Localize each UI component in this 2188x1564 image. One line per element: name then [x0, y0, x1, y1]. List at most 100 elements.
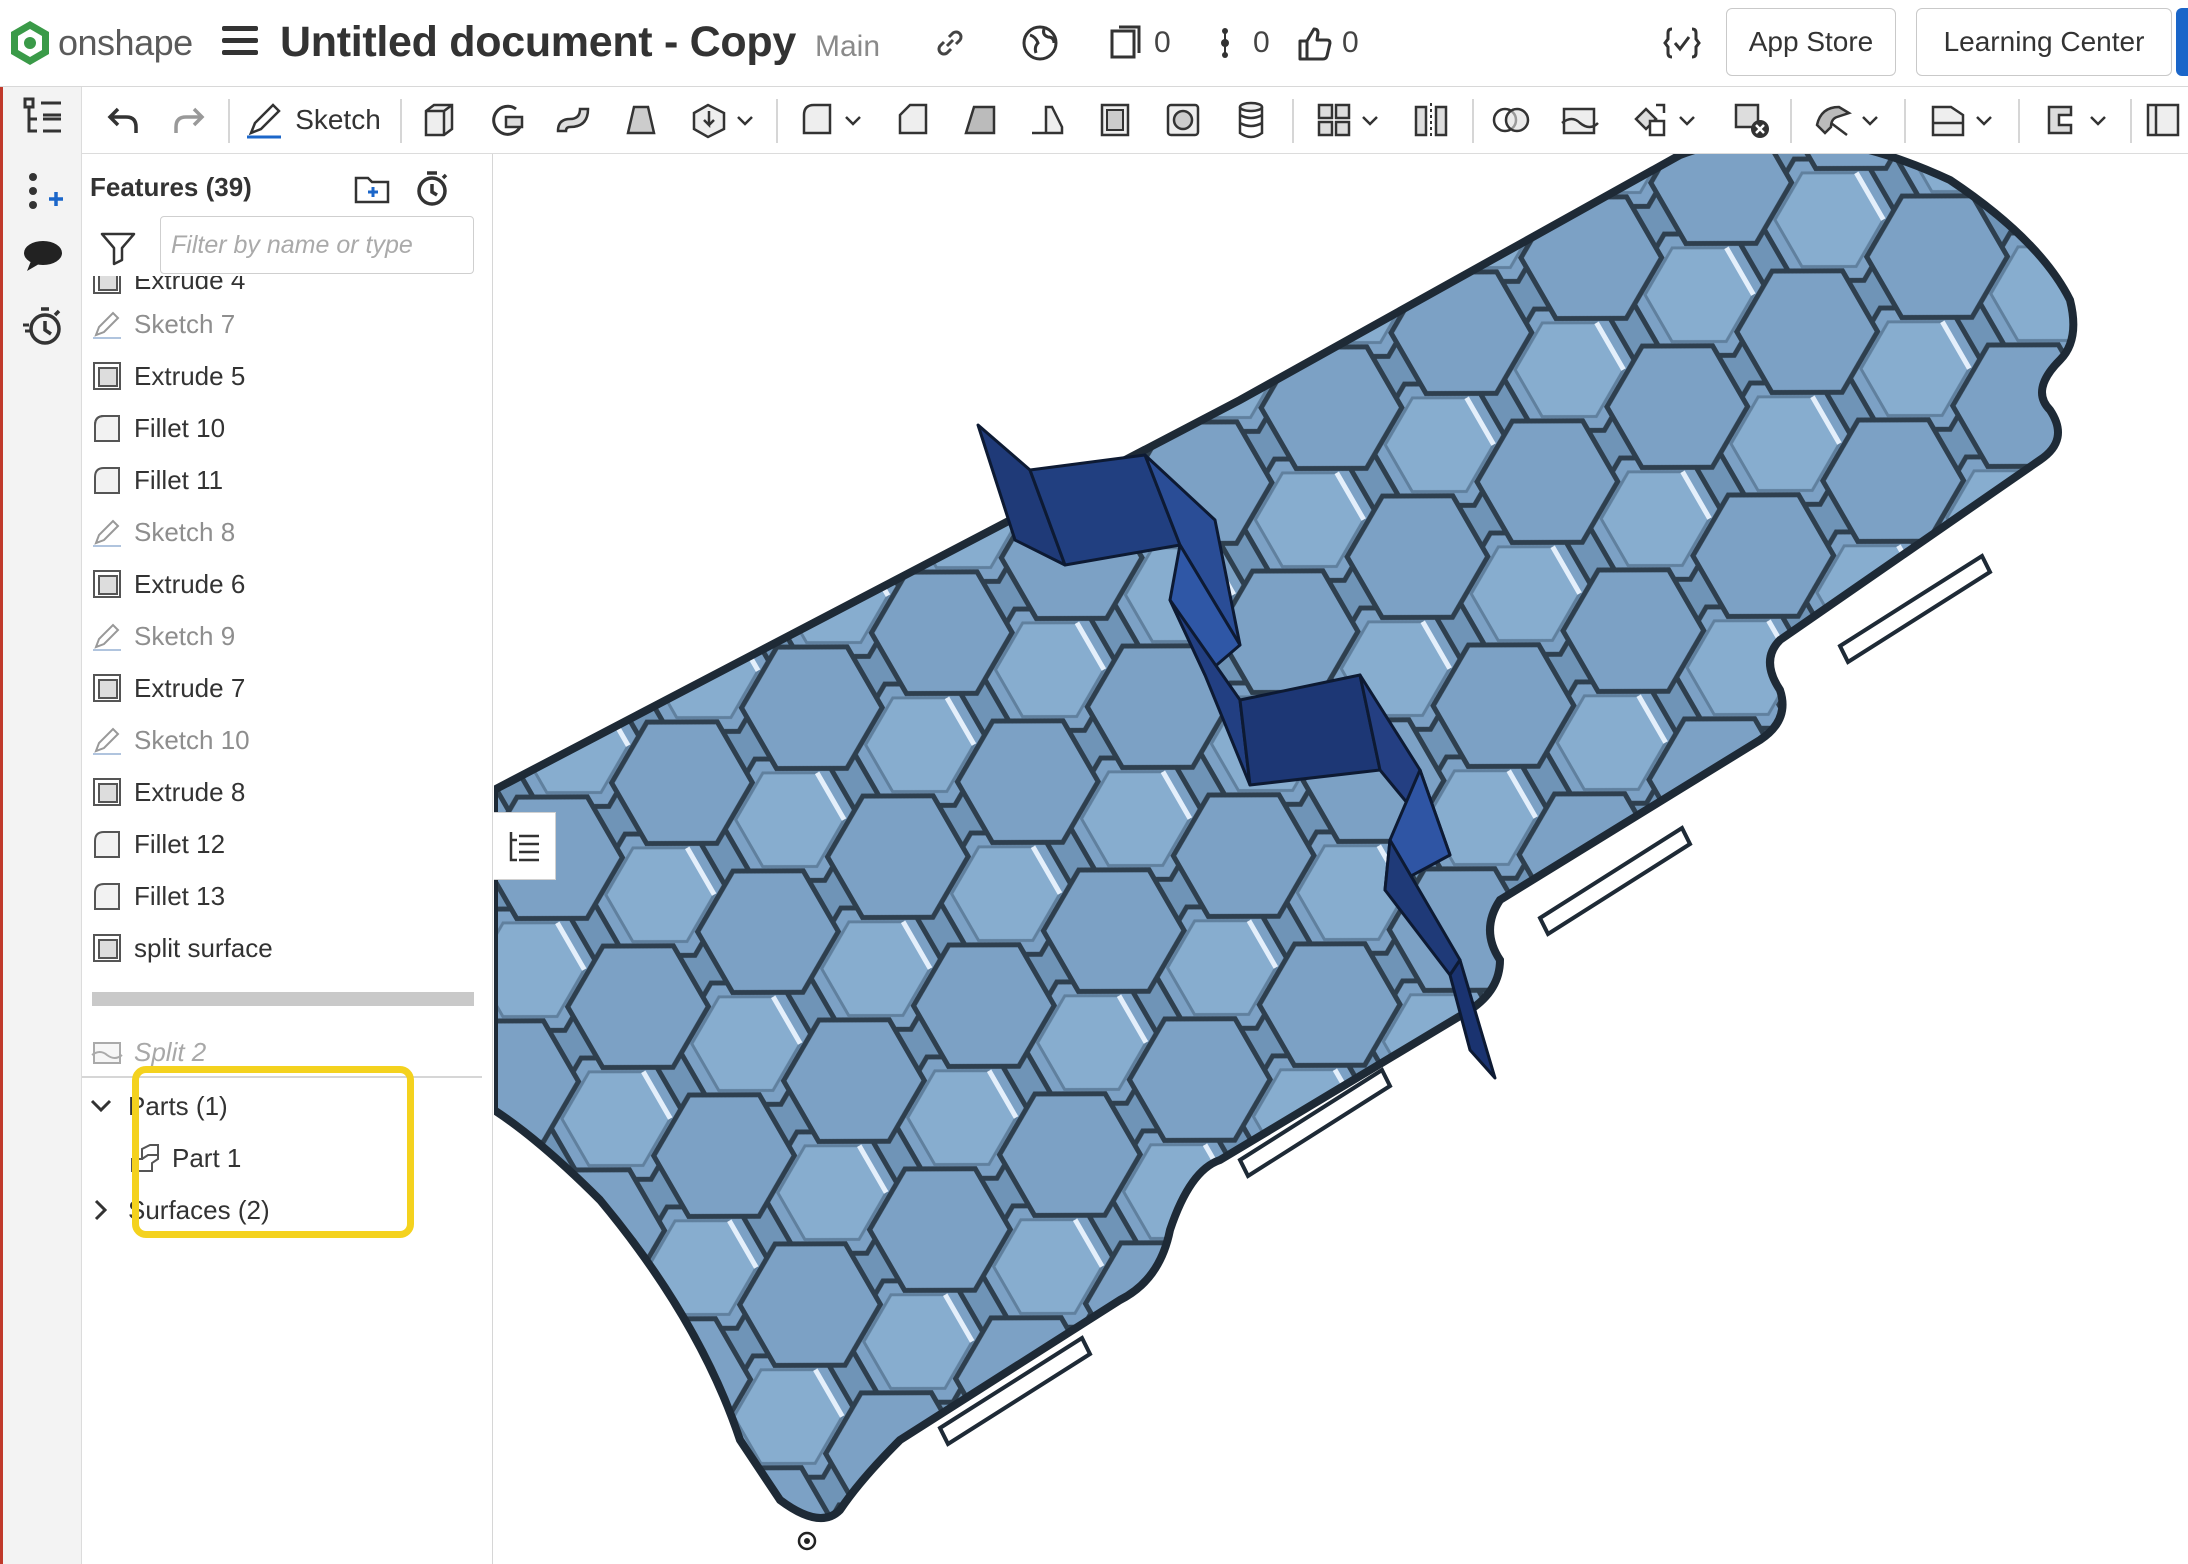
model-view[interactable] — [494, 154, 2188, 1564]
feature-item-sketch-8[interactable]: Sketch 8 — [90, 510, 235, 554]
pattern-tool[interactable] — [1304, 95, 1390, 145]
rib-tool[interactable] — [1022, 95, 1072, 145]
sketch-feature-icon — [93, 623, 121, 651]
likes-count: 0 — [1342, 26, 1359, 59]
parts-group[interactable]: Parts (1) — [88, 1084, 228, 1128]
draft-tool[interactable] — [956, 95, 1006, 145]
tasks-button[interactable]: 0 — [1205, 20, 1270, 66]
sweep-icon — [556, 107, 590, 133]
sweep-tool[interactable] — [548, 95, 598, 145]
feature-label: Extrude 7 — [134, 672, 246, 703]
add-folder-button[interactable] — [352, 168, 392, 208]
history-rail-button[interactable] — [19, 301, 67, 349]
transform-tool[interactable] — [1622, 95, 1706, 145]
mirror-tool[interactable] — [1406, 95, 1456, 145]
split-icon — [1561, 107, 1599, 135]
chamfer-tool[interactable] — [888, 95, 938, 145]
feature-count-title: Features (39) — [90, 172, 252, 202]
feature-item-extrude-5[interactable]: Extrude 5 — [90, 354, 245, 398]
feature-label: Sketch 7 — [134, 308, 236, 339]
feature-item-fillet-10[interactable]: Fillet 10 — [90, 406, 225, 450]
feature-item-fillet-13[interactable]: Fillet 13 — [90, 874, 225, 918]
fillet-tool[interactable] — [788, 95, 872, 145]
history-icon — [23, 307, 61, 345]
sketch-feature-icon — [93, 727, 121, 755]
mate-connector-tool[interactable] — [2032, 95, 2118, 145]
feature-item-extrude-4[interactable]: Extrude 4 — [90, 276, 245, 302]
feature-item-sketch-10[interactable]: Sketch 10 — [90, 718, 250, 762]
feature-item-fillet-12[interactable]: Fillet 12 — [90, 822, 225, 866]
hole-tool[interactable] — [1158, 95, 1208, 145]
toolbar-separator — [2018, 99, 2020, 143]
sketch-button[interactable]: Sketch — [242, 95, 382, 145]
feature-label: Sketch 10 — [134, 724, 250, 755]
feature-item-sketch-7[interactable]: Sketch 7 — [90, 302, 235, 346]
brand-name: onshape — [58, 22, 193, 63]
feature-item-extrude-7[interactable]: Extrude 7 — [90, 666, 245, 710]
onshape-logo-icon — [11, 21, 49, 65]
thread-tool[interactable] — [1226, 95, 1276, 145]
feature-label: Extrude 6 — [134, 568, 246, 599]
more-tools-button[interactable] — [2142, 95, 2188, 145]
delete-part-tool[interactable] — [1726, 95, 1776, 145]
feature-list-toggle[interactable] — [494, 812, 556, 880]
menu-icon[interactable] — [222, 26, 258, 60]
feature-item-split-surface[interactable]: split surface — [90, 926, 273, 970]
plane-tool[interactable] — [1918, 95, 2004, 145]
part-item-part-1[interactable]: Part 1 — [128, 1136, 241, 1180]
hole-icon — [1166, 103, 1200, 137]
feature-item-fillet-11[interactable]: Fillet 11 — [90, 458, 223, 502]
like-button[interactable]: 0 — [1294, 20, 1359, 66]
extrude-feature-icon — [93, 674, 121, 702]
link-icon[interactable] — [930, 20, 970, 66]
sheet-metal-tool[interactable] — [1804, 95, 1890, 145]
versions-button[interactable]: 0 — [1106, 20, 1171, 66]
origin-icon[interactable] — [796, 1530, 818, 1552]
share-button-edge[interactable] — [2176, 8, 2188, 76]
revolve-tool[interactable] — [482, 95, 532, 145]
surfaces-group-label: Surfaces (2) — [128, 1194, 270, 1225]
feature-item-split-2[interactable]: Split 2 — [90, 1030, 206, 1074]
extrude-tool[interactable] — [414, 95, 464, 145]
sketch-label: Sketch — [295, 104, 381, 135]
filter-icon[interactable] — [98, 228, 138, 268]
undo-button[interactable] — [98, 95, 148, 145]
shell-tool[interactable] — [1090, 95, 1140, 145]
branch-label[interactable]: Main — [815, 30, 880, 64]
top-bar: onshape Untitled document - Copy Main 0 … — [0, 0, 2188, 87]
thumbs-up-icon — [1298, 27, 1332, 61]
feature-item-sketch-9[interactable]: Sketch 9 — [90, 614, 235, 658]
comments-rail-button[interactable] — [19, 233, 67, 281]
rollback-timer-button[interactable] — [412, 168, 452, 208]
graphics-viewport[interactable] — [494, 154, 2188, 1564]
redo-button[interactable] — [164, 95, 214, 145]
insert-rail-button[interactable] — [19, 167, 67, 215]
feature-item-extrude-8[interactable]: Extrude 8 — [90, 770, 245, 814]
globe-icon[interactable] — [1020, 20, 1060, 66]
document-title[interactable]: Untitled document - Copy — [280, 18, 796, 67]
surfaces-group[interactable]: Surfaces (2) — [88, 1188, 270, 1232]
variable-studio-icon[interactable] — [1662, 20, 1702, 66]
boolean-tool[interactable] — [1486, 95, 1536, 145]
split-tool[interactable] — [1554, 95, 1604, 145]
app-store-button[interactable]: App Store — [1726, 8, 1896, 76]
rollback-bar[interactable] — [92, 992, 474, 1006]
loft-tool[interactable] — [616, 95, 666, 145]
sketch-feature-icon — [93, 519, 121, 547]
extrude-feature-icon — [93, 934, 121, 962]
toolbar-separator — [776, 99, 778, 143]
feature-filter-input[interactable] — [160, 216, 474, 274]
feature-label: Fillet 12 — [134, 828, 226, 859]
learning-center-button[interactable]: Learning Center — [1916, 8, 2172, 76]
thicken-tool[interactable] — [682, 95, 762, 145]
chevron-down-icon — [1976, 116, 1992, 126]
feature-label: Sketch 8 — [134, 516, 236, 547]
toolbar-separator — [1904, 99, 1906, 143]
undo-icon — [107, 107, 138, 133]
onshape-logo[interactable]: onshape — [8, 14, 193, 72]
feature-label: Extrude 4 — [134, 276, 246, 295]
feature-list-rail-button[interactable] — [19, 93, 67, 141]
toolbar-separator — [1292, 99, 1294, 143]
chevron-down-icon — [737, 116, 753, 126]
feature-item-extrude-6[interactable]: Extrude 6 — [90, 562, 245, 606]
